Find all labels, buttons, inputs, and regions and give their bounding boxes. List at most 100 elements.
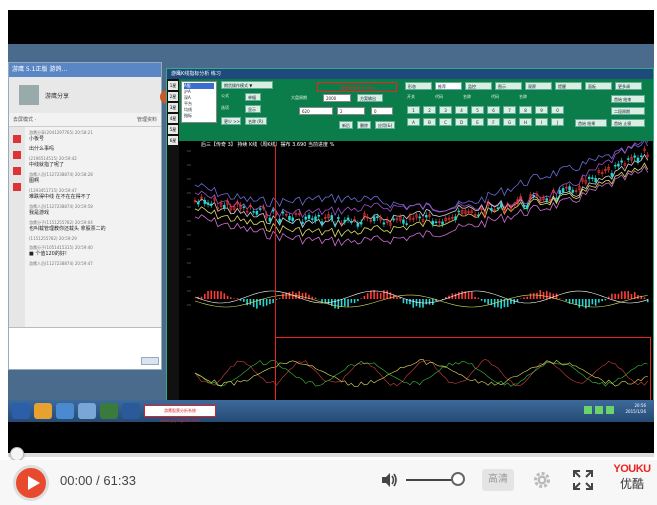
btn-new: 新后 — [339, 121, 353, 129]
macd-bar — [565, 299, 568, 302]
macd-bar — [370, 290, 372, 299]
candle-body — [301, 221, 304, 224]
macd-bar — [272, 299, 274, 304]
candle-body — [613, 164, 617, 167]
play-button[interactable] — [13, 465, 49, 501]
macd-bar — [402, 299, 405, 304]
panel-tab: 提醒 — [555, 82, 582, 90]
number-button: A — [407, 118, 420, 126]
red-hint-label: 请放鼠标单击 点击 — [317, 82, 397, 92]
chat-message-text: 我是游戏 — [29, 210, 50, 216]
volume-icon[interactable] — [380, 471, 398, 489]
windows-taskbar: 游鹰股票分析系统 www.yiyingsoft.com 20:56 2015/1… — [8, 400, 654, 423]
macd-bar — [559, 298, 561, 299]
btn-name: 名称 (R) — [245, 117, 267, 125]
candle-body — [304, 216, 307, 220]
macd-bar — [418, 299, 421, 308]
candle-body — [490, 208, 493, 211]
number-button: 6 — [487, 106, 500, 114]
macd-bar — [262, 299, 265, 307]
macd-bar — [412, 299, 415, 308]
number-button: 8 — [519, 106, 532, 114]
macd-bar — [529, 293, 532, 299]
quality-button[interactable]: 高清 — [482, 469, 514, 491]
candle-body — [594, 177, 597, 183]
radio-label: 名称 — [463, 94, 471, 99]
label-period: 大盘周期 — [291, 95, 307, 100]
macd-bar — [545, 290, 548, 299]
number-button: I — [535, 118, 548, 126]
volume-slider-knob[interactable] — [451, 472, 465, 486]
label-options: 选项 — [221, 105, 229, 110]
youku-logo[interactable]: YOUKU 优酷 — [612, 463, 652, 499]
candle-body — [197, 201, 200, 205]
macd-bar — [252, 299, 255, 308]
macd-bar — [269, 299, 271, 305]
video-progress-bar[interactable] — [8, 447, 654, 461]
btn-output: 方案输出 — [357, 94, 383, 102]
macd-bar — [614, 293, 616, 299]
macd-bar — [357, 299, 359, 302]
qq-message-list: 游鹰分享(2041297765) 20:58:21 小板号 出什么事吗 (219651… — [25, 127, 161, 327]
player-control-bar: 00:00 / 61:33 高清 YOUKU 优酷 — [0, 460, 657, 505]
candle-body — [626, 158, 630, 160]
candle-body — [255, 210, 259, 215]
macd-bar — [578, 299, 581, 308]
macd-bar — [646, 299, 649, 303]
panel-tab: 推荐 — [435, 82, 462, 90]
candle-body — [359, 222, 363, 225]
candle-body — [333, 223, 337, 226]
progress-scrubber[interactable] — [10, 447, 24, 461]
number-button: E — [471, 118, 484, 126]
qq-side-toolbar — [9, 127, 25, 327]
number-button: B — [423, 118, 436, 126]
candle-body — [418, 216, 421, 219]
left-tab: 1星 — [168, 81, 178, 90]
candle-body — [281, 211, 285, 214]
macd-bar — [454, 293, 457, 299]
qq-input-area — [9, 327, 161, 369]
qq-send-button — [141, 357, 159, 365]
macd-bar — [497, 299, 499, 308]
macd-bar — [532, 293, 535, 299]
panel-tab: 监控 — [465, 82, 492, 90]
macd-bar — [376, 292, 379, 299]
panel-tab: 面板 — [585, 82, 612, 90]
macd-bar — [223, 293, 226, 299]
clock-date: 2015/1/26 — [625, 409, 646, 414]
moving-average-line — [194, 141, 649, 213]
macd-bar — [542, 291, 545, 299]
macd-bar — [233, 298, 235, 299]
red-highlight-box — [275, 337, 651, 407]
left-tab: 2星 — [168, 92, 178, 101]
macd-bar — [519, 298, 522, 299]
chat-message: 出什么事吗 — [29, 146, 157, 153]
macd-bar — [249, 299, 252, 305]
candle-body — [330, 215, 334, 220]
qq-subtitle-right: 管理资料 — [136, 117, 157, 123]
candle-body — [252, 211, 255, 213]
settings-gear-icon[interactable] — [532, 470, 552, 490]
chat-message: 游鹰分子(1151255782) 20:59:04 也叫载管理教你还载头 拿股票二… — [29, 220, 157, 233]
macd-bar — [301, 292, 304, 299]
macd-bar — [350, 299, 353, 303]
candle-body — [434, 221, 438, 223]
candle-body — [568, 186, 571, 191]
taskbar-ad-banner: 游鹰股票分析系统 www.yiyingsoft.com — [144, 405, 216, 423]
fullscreen-icon[interactable] — [572, 469, 594, 491]
macd-bar — [604, 299, 607, 301]
candle-body — [431, 220, 435, 225]
video-frame[interactable]: 放大 □ □ 还原 优酷 游鹰 5.1正版 游鸽… 游鹰分享 去屏模式 · 管理… — [8, 10, 654, 453]
chat-message: (1151255782) 20:59:29 — [29, 236, 157, 242]
contact-avatar-icon — [19, 85, 39, 105]
macd-bar — [425, 299, 428, 305]
number-button: 9 — [535, 106, 548, 114]
recorded-desktop: 游鹰 5.1正版 游鸽… 游鹰分享 去屏模式 · 管理资料 游鹰分享(20412… — [8, 44, 654, 423]
macd-bar — [360, 298, 362, 299]
macd-bar — [220, 291, 222, 299]
candle-body — [376, 216, 379, 218]
candle-body — [610, 173, 614, 177]
candle-body — [525, 205, 529, 209]
macd-bar — [611, 293, 613, 299]
chat-message: 游鹰分子(1051415315) 20:59:40 ■ 个值120的好! — [29, 245, 157, 258]
